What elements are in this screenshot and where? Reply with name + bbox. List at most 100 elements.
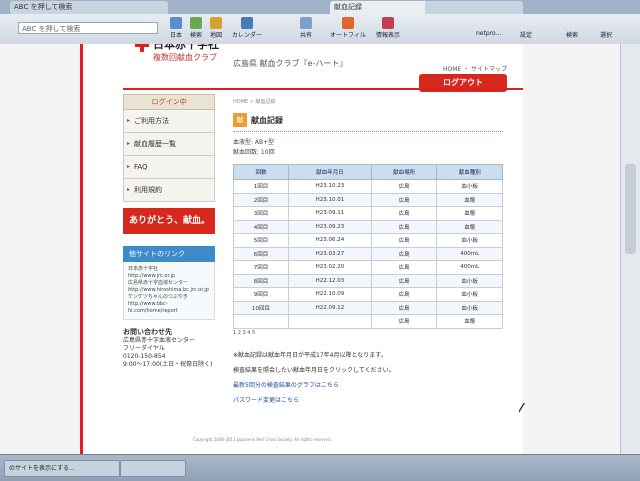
- link-url[interactable]: http://www.hiroshima.bc.jrc.or.jp: [128, 287, 210, 294]
- link-url[interactable]: http://www.bbc-hi.com/home/report: [128, 301, 210, 315]
- table-cell: 4回目: [232, 219, 290, 234]
- table-cell: 広島: [370, 273, 438, 288]
- toolbar-item-japan[interactable]: 日本: [170, 17, 182, 39]
- table-cell[interactable]: H23.09.23: [288, 219, 372, 234]
- table-cell: 9回目: [232, 287, 290, 302]
- search-menu[interactable]: 検索: [566, 30, 578, 39]
- sidebar-item-usage[interactable]: ▸ ご利用方法: [123, 110, 215, 133]
- column-header: 献血種別: [436, 164, 503, 180]
- arrow-icon: ▸: [127, 140, 131, 147]
- table-row[interactable]: 10回目 H22.09.12 広島 血小板: [232, 300, 503, 315]
- table-cell: 広島: [370, 192, 438, 207]
- browser-tab[interactable]: [425, 1, 523, 14]
- arrow-icon: ▸: [127, 186, 131, 193]
- table-cell: 血漿: [436, 192, 503, 207]
- browser-tab-active[interactable]: 献血記録: [330, 1, 428, 14]
- table-cell: 広島: [370, 233, 438, 248]
- password-change-link[interactable]: パスワード変更はこちら: [233, 393, 503, 408]
- arrow-icon: ▸: [127, 163, 131, 170]
- table-cell[interactable]: [288, 314, 372, 329]
- pagination[interactable]: 1 2 3 4 5: [233, 330, 503, 336]
- netpro-menu[interactable]: netpro...: [476, 30, 501, 37]
- top-links[interactable]: HOME ・ サイトマップ: [443, 64, 507, 73]
- browser-toolbar: ABC を押して検索 日本 検索 地図 カレンダー 共有 オートフィル 情報表示…: [0, 14, 640, 45]
- toolbar-item-search[interactable]: 検索: [190, 17, 202, 39]
- table-cell[interactable]: H23.09.11: [288, 206, 372, 221]
- table-row[interactable]: 7回目 H23.02.20 広島 400mL: [232, 260, 503, 275]
- sidebar-item-history[interactable]: ▸ 献血履歴一覧: [123, 133, 215, 156]
- latest-results-link[interactable]: 最新5回分の検査結果のグラフはこちら: [233, 378, 503, 393]
- red-cross-icon: [135, 44, 149, 52]
- donation-table: 回数 献血年月日 献血場所 献血種別 1回目 H23.10.23 広島 血小板 2回目 H…: [232, 164, 503, 329]
- globe-icon: [170, 17, 182, 29]
- toolbar-item-map[interactable]: 地図: [210, 17, 222, 39]
- table-cell[interactable]: H22.09.12: [288, 300, 372, 315]
- table-cell[interactable]: H23.10.23: [288, 179, 372, 194]
- table-cell[interactable]: H23.02.20: [288, 260, 372, 275]
- section-title: 献 献血記録: [233, 113, 503, 132]
- toolbar-item-autofill[interactable]: オートフィル: [330, 17, 366, 39]
- table-cell: 広島: [370, 206, 438, 221]
- link-item[interactable]: 日本赤十字社: [128, 266, 210, 273]
- table-row[interactable]: 8回目 H22.12.03 広島 血小板: [232, 273, 503, 288]
- table-row[interactable]: 4回目 H23.09.23 広島 血漿: [232, 219, 503, 234]
- org-name: 日本赤十字社: [153, 44, 219, 51]
- external-links: 日本赤十字社 http://www.jrc.or.jp 広島県赤十字血液センター…: [123, 262, 215, 320]
- link-item[interactable]: ケンケツちゃんのつぶやき: [128, 294, 210, 301]
- table-header-row: 回数 献血年月日 献血場所 献血種別: [232, 164, 503, 180]
- taskbar-item[interactable]: のサイトを表示にする...: [4, 460, 120, 477]
- table-cell: 広島: [370, 260, 438, 275]
- link-url[interactable]: http://www.jrc.or.jp: [128, 273, 210, 280]
- table-cell: 血漿: [436, 219, 503, 234]
- table-row[interactable]: 広島 血漿: [232, 314, 503, 329]
- scroll-thumb[interactable]: [625, 164, 636, 254]
- search-input[interactable]: ABC を押して検索: [18, 22, 158, 34]
- blood-drop-icon: 献: [233, 113, 247, 127]
- sidebar: ログイン中 ▸ ご利用方法 ▸ 献血履歴一覧 ▸ FAQ ▸ 利用規約 ありがとう、献血…: [123, 94, 215, 369]
- table-row[interactable]: 5回目 H23.06.24 広島 血小板: [232, 233, 503, 248]
- table-cell: 血小板: [436, 273, 503, 288]
- link-item[interactable]: 広島県赤十字血液センター: [128, 280, 210, 287]
- breadcrumb[interactable]: HOME > 献血記録: [233, 98, 503, 105]
- toolbar-item-info[interactable]: 情報表示: [376, 17, 400, 39]
- settings-menu[interactable]: 設定: [520, 30, 532, 39]
- sidebar-item-terms[interactable]: ▸ 利用規約: [123, 179, 215, 202]
- sidebar-item-faq[interactable]: ▸ FAQ: [123, 156, 215, 179]
- table-cell: 5回目: [232, 233, 290, 248]
- table-row[interactable]: 3回目 H23.09.11 広島 血漿: [232, 206, 503, 221]
- table-cell[interactable]: H23.03.27: [288, 246, 372, 261]
- table-cell[interactable]: H22.12.03: [288, 273, 372, 288]
- contact-title: お問い合わせ先: [123, 328, 172, 336]
- table-row[interactable]: 6回目 H23.03.27 広島 400mL: [232, 246, 503, 261]
- table-cell[interactable]: H23.06.24: [288, 233, 372, 248]
- table-cell: 7回目: [232, 260, 290, 275]
- table-row[interactable]: 2回目 H23.10.01 広島 血漿: [232, 192, 503, 207]
- table-cell[interactable]: H23.10.01: [288, 192, 372, 207]
- table-cell: 血漿: [436, 314, 503, 329]
- table-cell[interactable]: H22.10.09: [288, 287, 372, 302]
- select-menu[interactable]: 選択: [600, 30, 612, 39]
- table-row[interactable]: 1回目 H23.10.23 広島 血小板: [232, 179, 503, 194]
- table-cell: 血漿: [436, 206, 503, 221]
- main-content: HOME > 献血記録 献 献血記録 血液型: AB+型 献血回数: 10回 回…: [232, 98, 503, 408]
- toolbar-item-share[interactable]: 共有: [300, 17, 312, 39]
- table-cell: 広島: [370, 246, 438, 261]
- vertical-scrollbar[interactable]: [620, 44, 640, 454]
- map-icon: [210, 17, 222, 29]
- table-cell: 血小板: [436, 179, 503, 194]
- screen: ABC を押して検索 献血記録 ABC を押して検索 日本 検索 地図 カレンダ…: [0, 0, 640, 481]
- instruction-text: 検査結果を照会したい献血年月日をクリックしてください。: [233, 366, 395, 374]
- club-name: 複数回献血クラブ: [153, 53, 217, 62]
- site-title: 広島県 献血クラブ『e-ハート』: [233, 59, 348, 68]
- copyright: Copyright 2006-2011 Japanese Red Cross S…: [193, 437, 332, 442]
- taskbar-item[interactable]: [120, 460, 186, 477]
- thanks-banner[interactable]: ありがとう、献血。: [123, 208, 215, 234]
- column-header: 献血場所: [370, 164, 438, 180]
- table-row[interactable]: 9回目 H22.10.09 広島 血小板: [232, 287, 503, 302]
- browser-tab[interactable]: ABC を押して検索: [10, 1, 168, 14]
- taskbar: のサイトを表示にする...: [0, 454, 640, 481]
- web-page: 日本赤十字社 複数回献血クラブ 広島県 献血クラブ『e-ハート』 HOME ・ …: [80, 44, 523, 454]
- toolbar-item-calendar[interactable]: カレンダー: [232, 17, 262, 39]
- table-cell: 2回目: [232, 192, 290, 207]
- mouse-cursor-icon: [518, 402, 524, 412]
